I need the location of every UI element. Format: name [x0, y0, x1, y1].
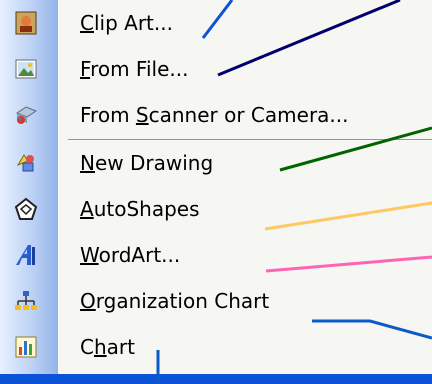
menu-item-from-scanner[interactable]: From Scanner or Camera...	[0, 92, 432, 138]
menu-item-wordart[interactable]: WordArt...	[0, 232, 432, 278]
new-drawing-icon	[13, 150, 39, 176]
autoshapes-icon	[13, 196, 39, 222]
menu-item-clip-art[interactable]: Clip Art...	[0, 0, 432, 46]
menu-item-new-drawing[interactable]: New Drawing	[0, 140, 432, 186]
wordart-icon	[13, 242, 39, 268]
menu-item-label: From Scanner or Camera...	[80, 103, 349, 127]
menu-item-label: Chart	[80, 335, 135, 359]
chart-icon	[13, 334, 39, 360]
menu-item-label: Organization Chart	[80, 289, 270, 313]
menu-item-chart[interactable]: Chart	[0, 324, 432, 370]
clip-art-icon	[13, 10, 39, 36]
menu-item-from-file[interactable]: From File...	[0, 46, 432, 92]
picture-from-file-icon	[13, 56, 39, 82]
menu-item-label: WordArt...	[80, 243, 181, 267]
menu-item-label: New Drawing	[80, 151, 214, 175]
organization-chart-icon	[13, 288, 39, 314]
scanner-camera-icon	[13, 102, 39, 128]
menu-item-autoshapes[interactable]: AutoShapes	[0, 186, 432, 232]
insert-picture-menu: Clip Art... From File... From Scanner or…	[0, 0, 432, 374]
menu-item-label: AutoShapes	[80, 197, 200, 221]
menu-item-label: Clip Art...	[80, 11, 173, 35]
menu-item-organization-chart[interactable]: Organization Chart	[0, 278, 432, 324]
menu-item-label: From File...	[80, 57, 189, 81]
